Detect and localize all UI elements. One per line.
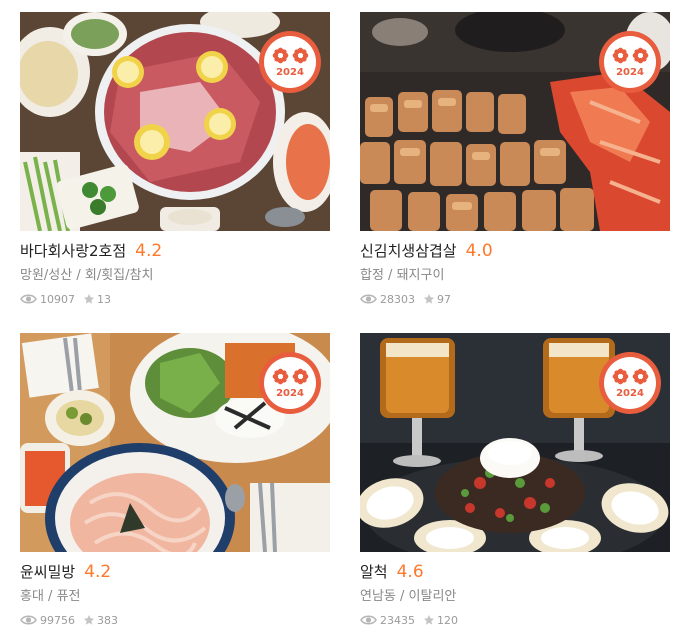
eye-icon	[360, 293, 377, 305]
badge-flower-icon	[272, 47, 288, 64]
restaurant-photo[interactable]: 2024	[360, 333, 670, 552]
title-row: 알척 4.6	[360, 561, 670, 585]
restaurant-card[interactable]: 2024 바다회사랑2호점 4.2 망원/성산 / 회/횟집/참치 10907 …	[20, 12, 330, 306]
restaurant-name[interactable]: 바다회사랑2호점	[20, 240, 126, 262]
award-badge-icon: 2024	[599, 352, 661, 414]
restaurant-photo[interactable]: 2024	[20, 12, 330, 231]
restaurant-card[interactable]: 2024 윤씨밀방 4.2 홍대 / 퓨전 99756 383	[20, 333, 330, 627]
views-count: 10907	[40, 292, 75, 306]
award-badge-icon: 2024	[259, 352, 321, 414]
restaurant-meta: 망원/성산 / 회/횟집/참치	[20, 268, 154, 283]
restaurant-photo[interactable]: 2024	[20, 333, 330, 552]
reviews-count: 97	[437, 292, 451, 306]
title-row: 신김치생삼겹살 4.0	[360, 240, 670, 264]
badge-flower-icon	[292, 47, 308, 64]
restaurant-meta: 연남동 / 이탈리안	[360, 589, 457, 604]
restaurant-card[interactable]: 2024 알척 4.6 연남동 / 이탈리안 23435 120	[360, 333, 670, 627]
badge-flower-icon	[632, 47, 648, 64]
restaurant-grid: 2024 바다회사랑2호점 4.2 망원/성산 / 회/횟집/참치 10907 …	[0, 0, 689, 643]
star-icon	[423, 614, 435, 626]
reviews-count: 120	[437, 613, 458, 627]
badge-flower-icon	[632, 368, 648, 385]
title-row: 바다회사랑2호점 4.2	[20, 240, 330, 264]
restaurant-name[interactable]: 윤씨밀방	[20, 561, 75, 583]
restaurant-name[interactable]: 신김치생삼겹살	[360, 240, 457, 262]
badge-year: 2024	[616, 387, 644, 399]
views-count: 23435	[380, 613, 415, 627]
views-count: 99756	[40, 613, 75, 627]
eye-icon	[20, 614, 37, 626]
star-icon	[423, 293, 435, 305]
restaurant-score: 4.6	[396, 562, 424, 582]
restaurant-name[interactable]: 알척	[360, 561, 388, 583]
badge-flower-icon	[272, 368, 288, 385]
restaurant-score: 4.2	[135, 241, 163, 261]
badge-year: 2024	[276, 387, 304, 399]
title-row: 윤씨밀방 4.2	[20, 561, 330, 585]
restaurant-score: 4.2	[84, 562, 112, 582]
star-icon	[83, 293, 95, 305]
badge-year: 2024	[276, 66, 304, 78]
badge-flower-icon	[612, 368, 628, 385]
eye-icon	[360, 614, 377, 626]
restaurant-stats: 28303 97	[360, 292, 670, 306]
badge-flower-icon	[612, 47, 628, 64]
restaurant-stats: 10907 13	[20, 292, 330, 306]
restaurant-meta: 합정 / 돼지구이	[360, 268, 445, 283]
restaurant-photo[interactable]: 2024	[360, 12, 670, 231]
reviews-count: 13	[97, 292, 111, 306]
restaurant-score: 4.0	[465, 241, 493, 261]
star-icon	[83, 614, 95, 626]
views-count: 28303	[380, 292, 415, 306]
badge-year: 2024	[616, 66, 644, 78]
restaurant-stats: 99756 383	[20, 613, 330, 627]
restaurant-meta: 홍대 / 퓨전	[20, 589, 81, 604]
restaurant-stats: 23435 120	[360, 613, 670, 627]
award-badge-icon: 2024	[259, 31, 321, 93]
eye-icon	[20, 293, 37, 305]
badge-flower-icon	[292, 368, 308, 385]
award-badge-icon: 2024	[599, 31, 661, 93]
reviews-count: 383	[97, 613, 118, 627]
restaurant-card[interactable]: 2024 신김치생삼겹살 4.0 합정 / 돼지구이 28303 97	[360, 12, 670, 306]
